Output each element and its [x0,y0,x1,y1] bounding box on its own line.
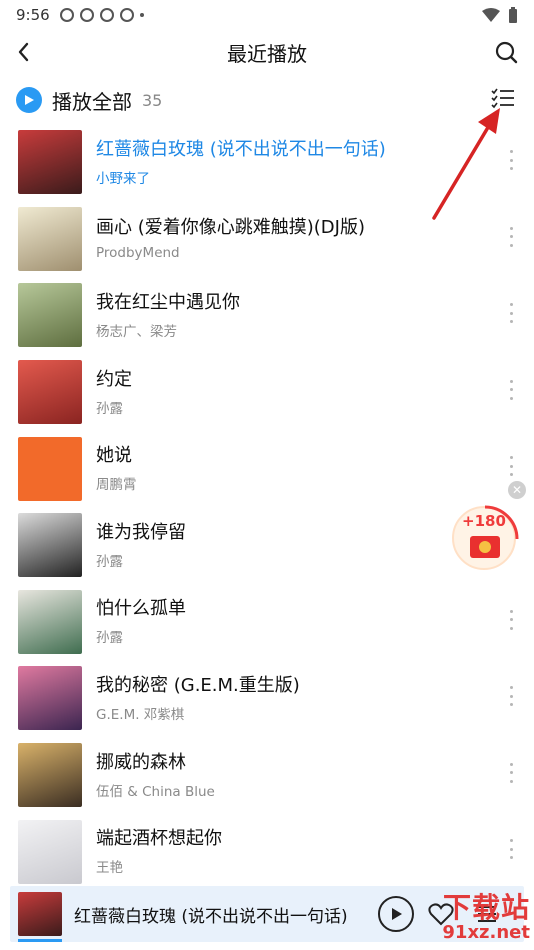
status-time: 9:56 [16,6,50,24]
song-artist: ProdbyMend [96,245,180,262]
status-notification-icons [59,8,144,22]
song-title: 约定 [96,368,132,390]
notification-app-icon [79,8,94,22]
more-options-icon[interactable] [508,226,514,247]
coin-icon [479,541,491,553]
song-text: 约定 孙露 [96,368,132,417]
song-title: 挪威的森林 [96,751,186,773]
album-cover [18,589,82,654]
watermark-logo: 下载站 91xz.net [422,884,534,950]
song-text: 我在红尘中遇见你 杨志广、梁芳 [96,291,240,340]
album-cover [18,436,82,501]
song-count: 35 [142,90,163,110]
song-row[interactable]: 我的秘密 (G.E.M.重生版) G.E.M. 邓紫棋 [0,660,534,737]
more-options-icon[interactable] [508,150,514,170]
player-album-cover[interactable] [18,892,62,936]
song-row[interactable]: 怕什么孤单 孙露 [0,584,534,661]
song-text: 她说 周鹏霄 [96,444,137,493]
song-artist: 小野来了 [96,170,150,187]
more-options-icon[interactable] [508,686,514,707]
wifi-icon [482,8,500,22]
bonus-close-icon[interactable]: ✕ [508,481,526,499]
song-artist: 孙露 [96,400,123,417]
player-play-button[interactable] [378,896,414,932]
song-text: 挪威的森林 伍佰 & China Blue [96,751,215,800]
album-cover [18,130,82,195]
song-title: 谁为我停留 [96,521,186,543]
song-text: 谁为我停留 孙露 [96,521,186,570]
song-text: 我的秘密 (G.E.M.重生版) G.E.M. 邓紫棋 [96,674,300,723]
song-row[interactable]: 挪威的森林 伍佰 & China Blue [0,737,534,814]
song-title: 画心 (爱着你像心跳难触摸)(DJ版) [96,217,365,239]
song-title: 怕什么孤单 [96,598,186,620]
song-artist: 伍佰 & China Blue [96,783,215,800]
song-title: 我的秘密 (G.E.M.重生版) [96,674,300,696]
album-cover [18,283,82,348]
song-title: 红蔷薇白玫瑰 (说不出说不出一句话) [96,138,386,160]
back-arrow-icon[interactable] [12,38,38,66]
more-options-icon[interactable] [508,303,514,324]
song-artist: 杨志广、梁芳 [96,323,177,340]
album-cover [18,666,82,731]
song-title: 她说 [96,445,132,467]
notification-k-icon [59,8,74,22]
song-row[interactable]: 我在红尘中遇见你 杨志广、梁芳 [0,277,534,354]
song-artist: G.E.M. 邓紫棋 [96,706,185,723]
page-title: 最近播放 [227,41,307,66]
song-text: 端起酒杯想起你 王艳 [96,827,222,876]
song-artist: 孙露 [96,553,123,570]
album-cover [18,360,82,425]
bonus-text: +180 [462,512,506,530]
search-icon[interactable] [492,38,520,66]
notification-more-dot-icon [139,13,144,17]
multi-select-list-icon[interactable] [490,86,516,112]
song-text: 红蔷薇白玫瑰 (说不出说不出一句话) 小野来了 [96,138,386,187]
song-row[interactable]: 她说 周鹏霄 [0,430,534,507]
notification-app-icon-3 [119,8,134,22]
more-options-icon[interactable] [508,839,514,860]
watermark-bottom-text: 91xz.net [442,922,530,943]
song-title: 我在红尘中遇见你 [96,291,240,313]
status-bar: 9:56 [0,0,534,30]
watermark-top-text: 下载站 [442,891,530,924]
song-artist: 孙露 [96,630,123,647]
battery-icon [509,7,517,23]
more-options-icon[interactable] [508,609,514,630]
play-all-row[interactable]: 播放全部 35 [16,82,516,118]
song-row[interactable]: 红蔷薇白玫瑰 (说不出说不出一句话) 小野来了 [0,124,534,201]
song-row[interactable]: 画心 (爱着你像心跳难触摸)(DJ版) ProdbyMend [0,201,534,278]
more-options-icon[interactable] [508,379,514,400]
player-song-title[interactable]: 红蔷薇白玫瑰 (说不出说不出一句话) [74,902,348,927]
status-system-icons [482,7,518,23]
song-text: 画心 (爱着你像心跳难触摸)(DJ版) ProdbyMend [96,216,365,261]
more-options-icon[interactable] [508,762,514,783]
song-artist: 周鹏霄 [96,477,137,494]
song-title: 端起酒杯想起你 [96,828,222,850]
bonus-widget[interactable]: +180 [450,498,520,572]
song-artist: 王艳 [96,860,123,877]
album-cover [18,819,82,884]
album-cover [18,743,82,808]
song-row[interactable]: 约定 孙露 [0,354,534,431]
more-options-icon[interactable] [508,456,514,477]
player-progress-bar [18,939,62,942]
album-cover [18,513,82,578]
play-all-icon[interactable] [16,87,42,113]
album-cover [18,206,82,271]
header: 最近播放 [0,30,534,74]
song-text: 怕什么孤单 孙露 [96,597,186,646]
notification-app-icon-2 [99,8,114,22]
play-all-label[interactable]: 播放全部 [52,86,132,115]
song-row[interactable]: 端起酒杯想起你 王艳 [0,813,534,890]
